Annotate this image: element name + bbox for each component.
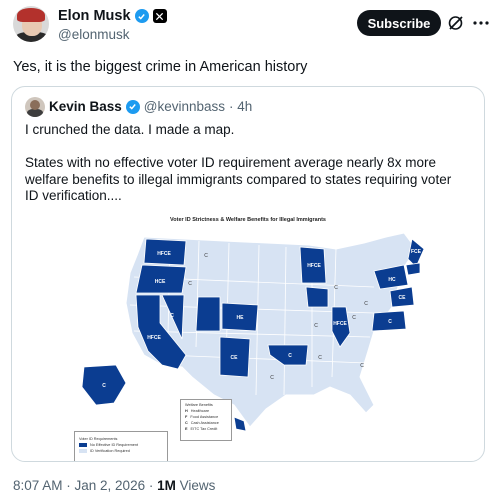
legend-id-required: ID Verification Required bbox=[75, 448, 167, 454]
legend-key-e: E bbox=[185, 427, 188, 431]
legend-swatch-dark bbox=[79, 443, 87, 447]
legend-benefit-c-label: Cash Assistance bbox=[190, 421, 219, 425]
legend-benefits-title: Welfare Benefits bbox=[185, 403, 213, 407]
subscribe-button[interactable]: Subscribe bbox=[357, 10, 441, 36]
label-or: HCE bbox=[155, 279, 166, 285]
post-text: Yes, it is the biggest crime in American… bbox=[13, 59, 308, 75]
post-footer: 8:07 AM · Jan 2, 2026 · 1M Views bbox=[13, 478, 215, 493]
more-options-icon[interactable] bbox=[472, 14, 490, 32]
legend-id-title: Voter ID Requirements bbox=[79, 437, 118, 441]
legend-benefit-e: E EITC Tax Credit bbox=[181, 426, 231, 432]
label-me: FCE bbox=[411, 249, 422, 255]
state-ia bbox=[305, 286, 329, 308]
legend-key-h: H bbox=[185, 409, 188, 413]
legend-benefit-e-label: EITC Tax Credit bbox=[190, 427, 218, 431]
label-ar: C bbox=[318, 355, 322, 361]
label-wi: C bbox=[334, 285, 338, 291]
voter-id-legend: Voter ID Requirements No Effective ID Re… bbox=[74, 431, 168, 461]
label-ny: HC bbox=[388, 277, 396, 283]
legend-id-none-label: No Effective ID Requirement bbox=[90, 443, 139, 447]
views-label: Views bbox=[179, 478, 216, 493]
quoted-post-age: · 4h bbox=[229, 99, 253, 114]
quoted-text-body: States with no effective voter ID requir… bbox=[25, 155, 452, 203]
label-ga: C bbox=[360, 363, 364, 369]
label-mt: C bbox=[204, 253, 208, 259]
label-oh: C bbox=[364, 301, 368, 307]
label-nm: CE bbox=[231, 355, 239, 361]
post-timestamp[interactable]: 8:07 AM · Jan 2, 2026 · bbox=[13, 478, 153, 493]
label-mo: C bbox=[314, 323, 318, 329]
label-ok: C bbox=[288, 353, 292, 359]
author-handle[interactable]: @elonmusk bbox=[58, 27, 129, 42]
label-wa: HFCE bbox=[157, 251, 171, 257]
legend-benefit-f-label: Food Assistance bbox=[190, 415, 219, 419]
quoted-author-name[interactable]: Kevin Bass bbox=[49, 99, 122, 114]
label-tx: C bbox=[270, 375, 274, 381]
label-il: HFCE bbox=[333, 321, 347, 327]
author-name[interactable]: Elon Musk bbox=[58, 8, 131, 24]
legend-benefit-h-label: Healthcare bbox=[190, 409, 210, 413]
legend-swatch-light bbox=[79, 449, 87, 453]
quoted-author-avatar[interactable] bbox=[25, 97, 45, 117]
label-in: C bbox=[352, 315, 356, 321]
state-ma bbox=[405, 262, 421, 276]
label-ak: C bbox=[102, 383, 106, 389]
verified-badge-icon bbox=[134, 9, 149, 23]
legend-id-required-label: ID Verification Required bbox=[90, 449, 130, 453]
label-co: HE bbox=[237, 315, 245, 321]
label-pa: CE bbox=[399, 295, 407, 301]
quoted-text-line1: I crunched the data. I made a map. bbox=[25, 122, 235, 137]
views-count: 1M bbox=[157, 478, 176, 493]
us-voter-id-map[interactable]: HFCE HCE HFCE HE CE C HFCE HFCE FCE HC C… bbox=[74, 227, 434, 442]
author-name-row: Elon Musk bbox=[58, 8, 167, 24]
label-nv: C bbox=[170, 313, 174, 319]
legend-key-c: C bbox=[185, 421, 188, 425]
author-avatar[interactable] bbox=[13, 6, 49, 42]
legend-key-f: F bbox=[185, 415, 188, 419]
label-id: C bbox=[188, 281, 192, 287]
label-mn: HFCE bbox=[307, 263, 321, 269]
map-title: Voter ID Strictness & Welfare Benefits f… bbox=[170, 217, 326, 223]
x-affiliation-icon bbox=[152, 9, 167, 23]
verified-badge-icon bbox=[125, 99, 140, 114]
quoted-author-row: Kevin Bass @kevinnbass · 4h bbox=[49, 99, 252, 114]
grok-icon[interactable] bbox=[447, 14, 465, 32]
label-va: C bbox=[388, 319, 392, 325]
quoted-author-handle[interactable]: @kevinnbass bbox=[144, 99, 225, 114]
welfare-benefits-legend: Welfare Benefits H Healthcare F Food Assis… bbox=[180, 399, 232, 441]
quoted-post-card[interactable]: Kevin Bass @kevinnbass · 4h I crunched t… bbox=[11, 86, 485, 462]
label-ca: HFCE bbox=[147, 335, 161, 341]
state-ut bbox=[195, 296, 221, 332]
